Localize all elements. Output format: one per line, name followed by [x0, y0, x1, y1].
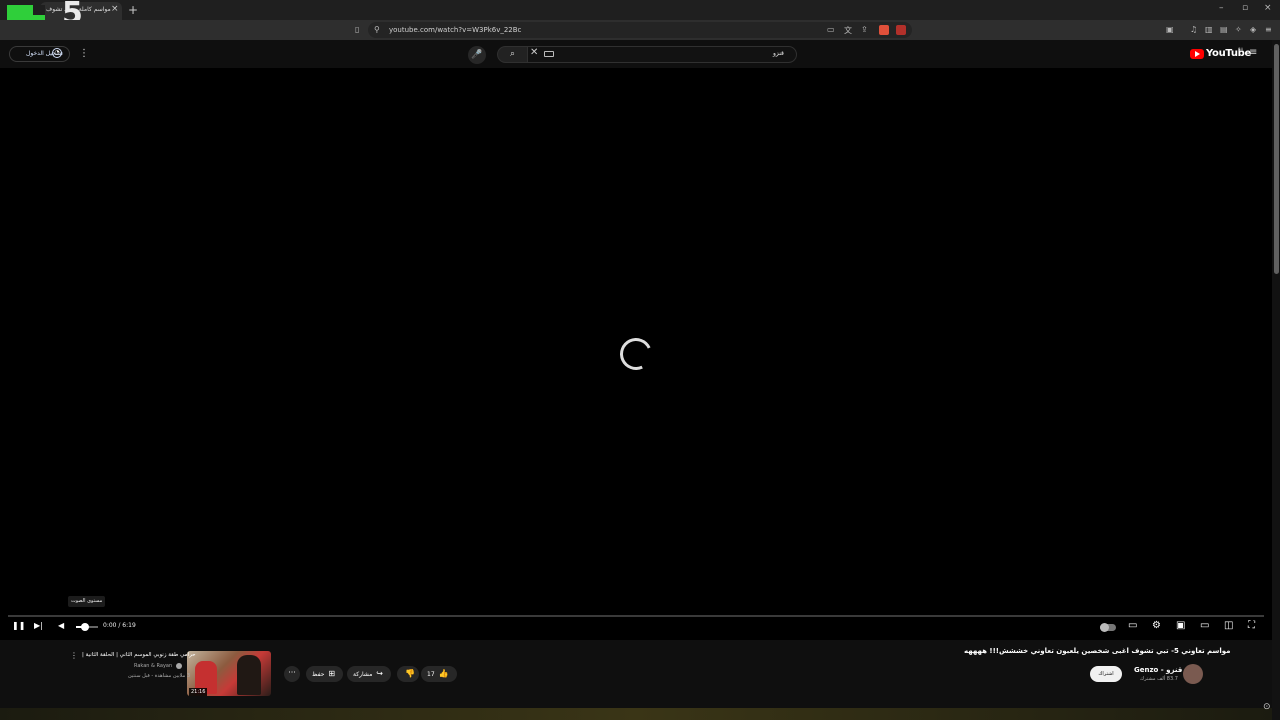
taskbar-strip	[0, 708, 1272, 720]
save-button[interactable]: حفظ ⊞	[306, 666, 344, 682]
extensions-icon[interactable]: ✧	[1235, 25, 1242, 34]
cast-page-icon[interactable]: ▭	[827, 25, 835, 34]
new-tab-button[interactable]: +	[128, 3, 138, 17]
search-button[interactable]: ⌕	[497, 46, 527, 63]
brave-shield-icon[interactable]	[879, 25, 889, 35]
channel-avatar[interactable]	[1183, 664, 1203, 684]
verified-badge-icon	[176, 663, 182, 669]
pause-button[interactable]: ❚❚	[12, 621, 25, 630]
wallet-icon[interactable]: ▤	[1220, 25, 1228, 34]
like-button[interactable]: 17 👍	[421, 666, 457, 682]
thumbnail-person-right	[237, 655, 261, 695]
browser-menu-icon[interactable]: ≡	[1265, 25, 1272, 34]
captions-button[interactable]: ▭	[1128, 620, 1137, 631]
recommended-menu-icon[interactable]: ⋮	[70, 651, 78, 660]
media-icon[interactable]: ♫	[1190, 25, 1197, 34]
video-duration-badge: 21:16	[189, 688, 208, 696]
subscribe-button[interactable]: اشتراك	[1090, 666, 1122, 682]
more-actions-button[interactable]: ···	[284, 666, 300, 682]
keyboard-icon[interactable]	[544, 51, 554, 57]
region-code: SA	[1238, 47, 1244, 52]
mic-icon: 🎤	[471, 50, 483, 60]
fullscreen-button[interactable]: ⛶	[1248, 620, 1255, 631]
search-query: قنزو	[773, 50, 784, 57]
youtube-logo-text[interactable]: YouTube	[1206, 48, 1251, 59]
like-count: 17	[427, 671, 435, 678]
clear-search-icon[interactable]: ✕	[530, 47, 538, 58]
search-icon: ⌕	[509, 49, 516, 59]
site-info-icon[interactable]: ⚲	[374, 25, 380, 34]
thumbs-down-icon: 👎	[405, 669, 415, 678]
account-icon: ◔	[52, 48, 62, 58]
youtube-logo-icon[interactable]	[1190, 49, 1204, 59]
channel-name[interactable]: Genzo - قنزو	[1134, 666, 1182, 674]
cast-button[interactable]: ◫	[1224, 620, 1233, 631]
tab-close-icon[interactable]: ×	[111, 4, 119, 14]
theater-mode-button[interactable]: ▭	[1200, 620, 1209, 631]
progress-bar[interactable]	[8, 615, 1264, 617]
settings-gear-icon[interactable]: ⚙	[1152, 620, 1161, 631]
dislike-button[interactable]: 👎	[397, 666, 419, 682]
save-icon: ⊞	[328, 669, 336, 678]
bookmark-icon[interactable]: ▯	[355, 25, 359, 34]
autoplay-toggle[interactable]	[1100, 623, 1116, 632]
miniplayer-button[interactable]: ▣	[1176, 620, 1185, 631]
sidebar-toggle-icon[interactable]: ▣	[1166, 25, 1174, 34]
volume-tooltip: مستوى الصوت	[68, 596, 106, 607]
thumbs-up-icon: 👍	[438, 669, 449, 678]
recommended-video-title[interactable]: حرامي طقة زنوبي الموسم الثاني | الحلقة ا…	[82, 652, 196, 658]
voice-search-button[interactable]: 🎤	[468, 46, 486, 64]
mute-button[interactable]: ◀	[58, 621, 64, 630]
share-button[interactable]: مشاركة ↪	[347, 666, 391, 682]
save-label: حفظ	[312, 671, 325, 678]
settings-kebab-icon[interactable]: ⋮	[79, 48, 89, 59]
share-page-icon[interactable]: ⇪	[861, 25, 868, 34]
time-display: 0:00 / 6:19	[103, 622, 136, 629]
recommended-video-meta: 3 ملايين مشاهدة - قبل سنتين	[128, 673, 191, 679]
corner-settings-icon[interactable]: ⊙	[1263, 702, 1271, 712]
minimize-icon[interactable]: –	[1219, 3, 1224, 13]
brave-rewards-icon[interactable]	[896, 25, 906, 35]
share-label: مشاركة	[353, 671, 373, 678]
subscriber-count: 83.7 ألف مشترك	[1140, 676, 1178, 682]
video-title: مواسم تعاوني 5- تبي تشوف اغبى شخصين يلعب…	[964, 647, 1231, 655]
reading-list-icon[interactable]: ▥	[1205, 25, 1213, 34]
translate-icon[interactable]: 文	[844, 25, 852, 36]
scrollbar-thumb[interactable]	[1274, 44, 1279, 274]
maximize-icon[interactable]: ▫	[1242, 3, 1248, 13]
next-button[interactable]: ▶|	[34, 621, 43, 630]
search-input[interactable]	[527, 46, 797, 63]
guide-menu-icon[interactable]: ≡	[1249, 47, 1257, 58]
recommended-channel-name[interactable]: Rakan & Rayan	[134, 663, 172, 669]
close-window-icon[interactable]: ×	[1264, 3, 1272, 13]
vpn-icon[interactable]: ◈	[1250, 25, 1256, 34]
share-icon: ↪	[376, 669, 383, 678]
volume-handle[interactable]	[81, 623, 89, 631]
browser-tab-bar	[0, 0, 1280, 20]
url-text: youtube.com/watch?v=W3Pk6v_22Bc	[389, 26, 522, 34]
